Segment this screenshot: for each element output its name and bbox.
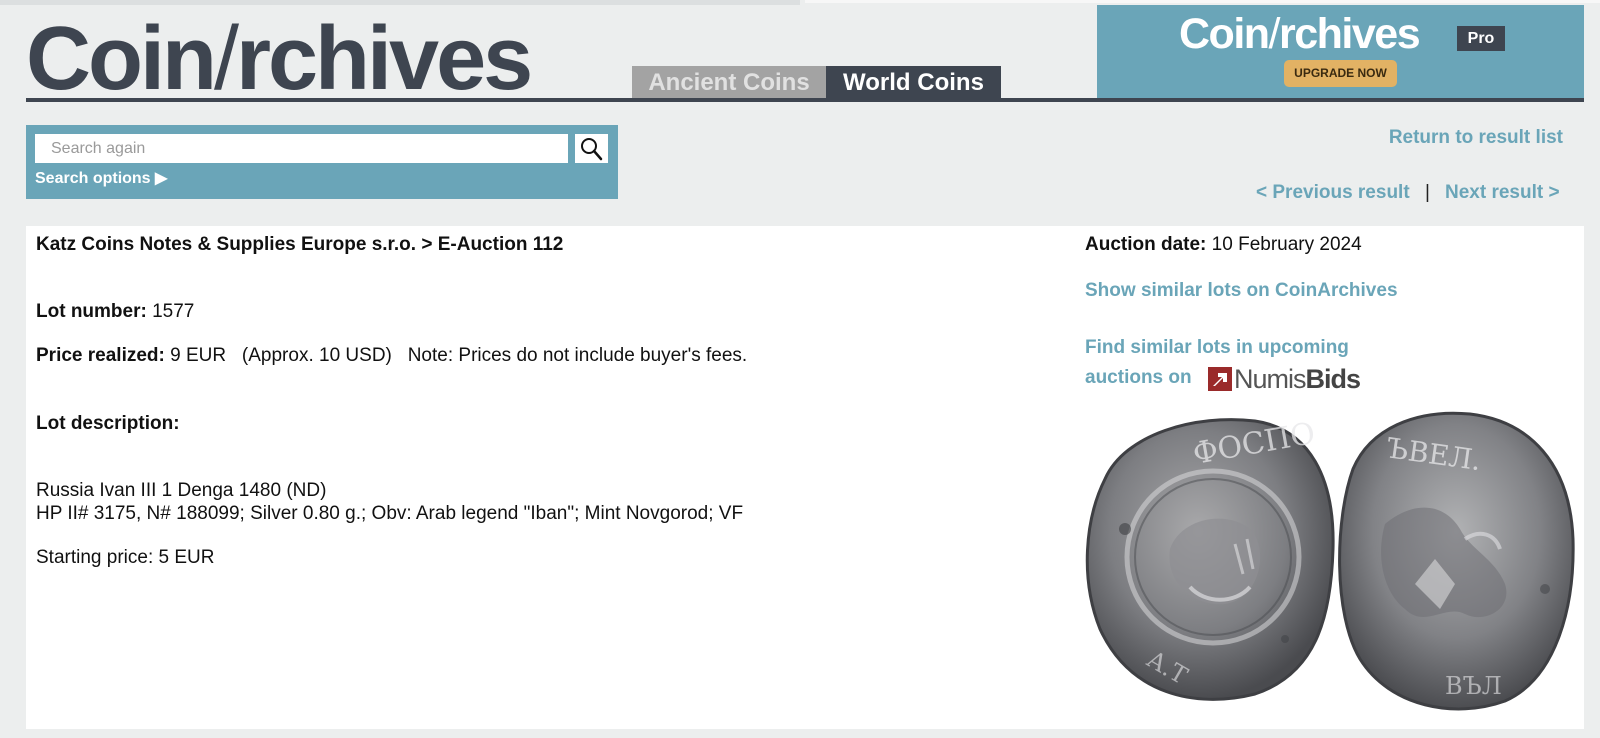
logo-slash: / xyxy=(213,9,239,109)
numisbids-wordmark: NumisBids xyxy=(1234,363,1362,394)
price-realized-row: Price realized: 9 EUR (Approx. 10 USD) N… xyxy=(36,345,747,367)
auction-date-value: 10 February 2024 xyxy=(1211,234,1362,255)
auction-breadcrumb[interactable]: Katz Coins Notes & Supplies Europe s.r.o… xyxy=(36,234,563,256)
lot-number-value: 1577 xyxy=(152,301,195,322)
coin-reverse: ЪВЕЛ. ВЪЛ xyxy=(1338,411,1575,711)
site-logo[interactable]: Coin/rchives xyxy=(26,14,533,104)
pro-logo-text-2: rchives xyxy=(1279,10,1421,58)
logo-text-2: rchives xyxy=(235,9,533,109)
pro-logo: Coin/rchives xyxy=(1179,10,1421,58)
tab-ancient-coins[interactable]: Ancient Coins xyxy=(632,66,826,99)
logo-text-1: Coin xyxy=(26,9,217,109)
starting-price: Starting price: 5 EUR xyxy=(36,547,215,568)
lot-description-label: Lot description: xyxy=(36,413,180,434)
lot-description-line-2: HP II# 3175, N# 188099; Silver 0.80 g.; … xyxy=(36,503,744,524)
lot-detail-panel: Katz Coins Notes & Supplies Europe s.r.o… xyxy=(26,226,1584,729)
numisbids-text-1: Numis xyxy=(1234,363,1307,394)
pro-logo-slash: / xyxy=(1268,10,1281,58)
coin-obverse: ФОСПО А.Т xyxy=(1085,416,1335,701)
browser-top-strip-right xyxy=(805,0,1600,3)
search-icon xyxy=(581,138,603,161)
coinarchives-pro-banner[interactable]: Coin/rchives Pro UPGRADE NOW xyxy=(1097,5,1584,98)
svg-text:ВЪЛ: ВЪЛ xyxy=(1445,672,1502,700)
find-similar-upcoming-link-line-2[interactable]: auctions on xyxy=(1085,367,1192,389)
pro-badge: Pro xyxy=(1457,26,1505,51)
previous-result-link[interactable]: < Previous result xyxy=(1256,182,1410,204)
search-button[interactable] xyxy=(575,134,608,163)
lot-number-label: Lot number: xyxy=(36,301,147,322)
header-divider xyxy=(26,98,1584,102)
pro-logo-text-1: Coin xyxy=(1179,10,1270,58)
numisbids-arrow-icon xyxy=(1208,367,1232,391)
price-realized-value: 9 EUR (Approx. 10 USD) Note: Prices do n… xyxy=(170,345,748,366)
numisbids-text-2: Bids xyxy=(1305,363,1362,394)
search-options-link[interactable]: Search options ▶ xyxy=(35,168,167,188)
auction-date-label: Auction date: xyxy=(1085,234,1207,255)
search-input[interactable] xyxy=(35,134,568,163)
lot-number-row: Lot number: 1577 xyxy=(36,301,194,323)
tab-world-coins[interactable]: World Coins xyxy=(826,66,1001,99)
price-realized-label: Price realized: xyxy=(36,345,165,366)
browser-top-strip xyxy=(0,0,800,5)
search-panel: Search options ▶ xyxy=(26,125,618,199)
coin-image[interactable]: ФОСПО А.Т ЪВЕЛ. ВЪЛ xyxy=(1085,409,1580,719)
auction-date-row: Auction date: 10 February 2024 xyxy=(1085,234,1362,256)
lot-description-line-1: Russia Ivan III 1 Denga 1480 (ND) xyxy=(36,480,327,501)
return-to-result-list-link[interactable]: Return to result list xyxy=(1389,127,1563,149)
next-result-link[interactable]: Next result > xyxy=(1445,182,1560,204)
find-similar-upcoming-link-line-1[interactable]: Find similar lots in upcoming xyxy=(1085,337,1349,359)
numisbids-logo-link[interactable]: NumisBids xyxy=(1208,363,1362,394)
show-similar-lots-link[interactable]: Show similar lots on CoinArchives xyxy=(1085,280,1398,302)
upgrade-now-button[interactable]: UPGRADE NOW xyxy=(1284,60,1397,87)
nav-separator: | xyxy=(1425,182,1430,203)
